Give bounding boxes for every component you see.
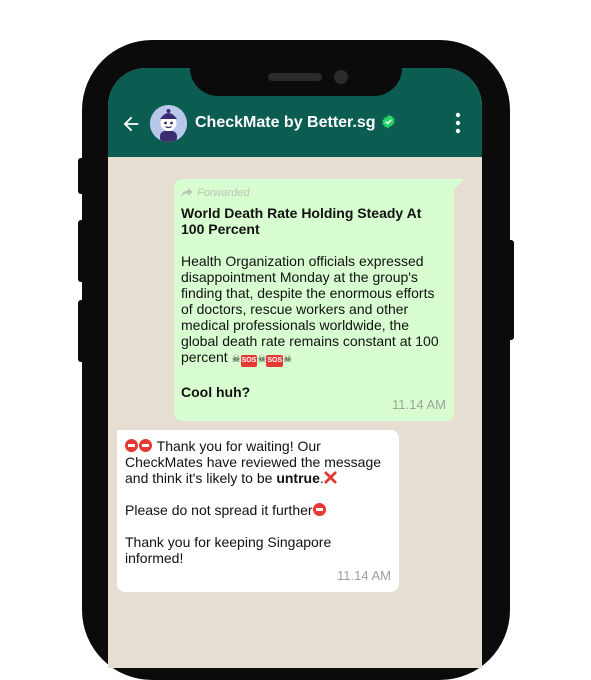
forwarded-label: Forwarded: [197, 187, 250, 199]
message-headline: World Death Rate Holding Steady At 100 P…: [181, 205, 422, 237]
skull-icon: ☠: [257, 354, 267, 365]
no-entry-icon: [312, 503, 326, 516]
skull-icon: ☠: [283, 354, 293, 365]
bot-avatar[interactable]: [150, 105, 187, 142]
verified-badge-icon: [381, 114, 395, 129]
phone-speaker: [268, 73, 322, 81]
no-entry-icon: [125, 439, 138, 452]
cross-mark-icon: [324, 471, 337, 484]
phone-camera: [334, 70, 348, 84]
incoming-message-bubble[interactable]: Thank you for waiting! Our CheckMates ha…: [117, 430, 399, 592]
forwarded-indicator: Forwarded: [181, 185, 446, 199]
message-timestamp: 11.14 AM: [337, 568, 391, 583]
outgoing-bubble-tail: [454, 179, 464, 189]
more-vert-icon[interactable]: [454, 112, 462, 134]
chat-title[interactable]: CheckMate by Better.sg: [195, 114, 396, 132]
mute-switch: [78, 158, 86, 194]
sos-icon: SOS: [240, 355, 258, 367]
message-body: Health Organization officials expressed …: [181, 253, 446, 368]
reply-line-2: Please do not spread it further: [125, 502, 391, 518]
back-arrow-icon[interactable]: [120, 113, 142, 135]
bot-avatar-icon: [150, 105, 187, 142]
power-button: [506, 240, 514, 340]
no-entry-icon: [139, 439, 152, 452]
message-body-text: Health Organization officials expressed …: [181, 253, 439, 365]
phone-notch: [190, 40, 402, 96]
reply-warning-text: Please do not spread it further: [125, 502, 313, 518]
skull-icon: ☠: [231, 354, 241, 365]
reply-line-3: Thank you for keeping Singapore informed…: [125, 534, 332, 566]
reply-line-1: Thank you for waiting! Our CheckMates ha…: [125, 438, 391, 486]
reply-text: Thank you for waiting! Our CheckMates ha…: [125, 438, 382, 486]
outgoing-message-bubble[interactable]: Forwarded World Death Rate Holding Stead…: [174, 179, 454, 421]
volume-up-button: [78, 220, 86, 282]
chat-screen: CheckMate by Better.sg Forwarded World D…: [108, 68, 482, 668]
sos-icon: SOS: [266, 355, 284, 367]
chat-title-text: CheckMate by Better.sg: [195, 114, 376, 131]
volume-down-button: [78, 300, 86, 362]
forward-icon: [181, 188, 193, 198]
reply-verdict: untrue: [276, 470, 320, 486]
message-timestamp: 11.14 AM: [392, 397, 446, 412]
